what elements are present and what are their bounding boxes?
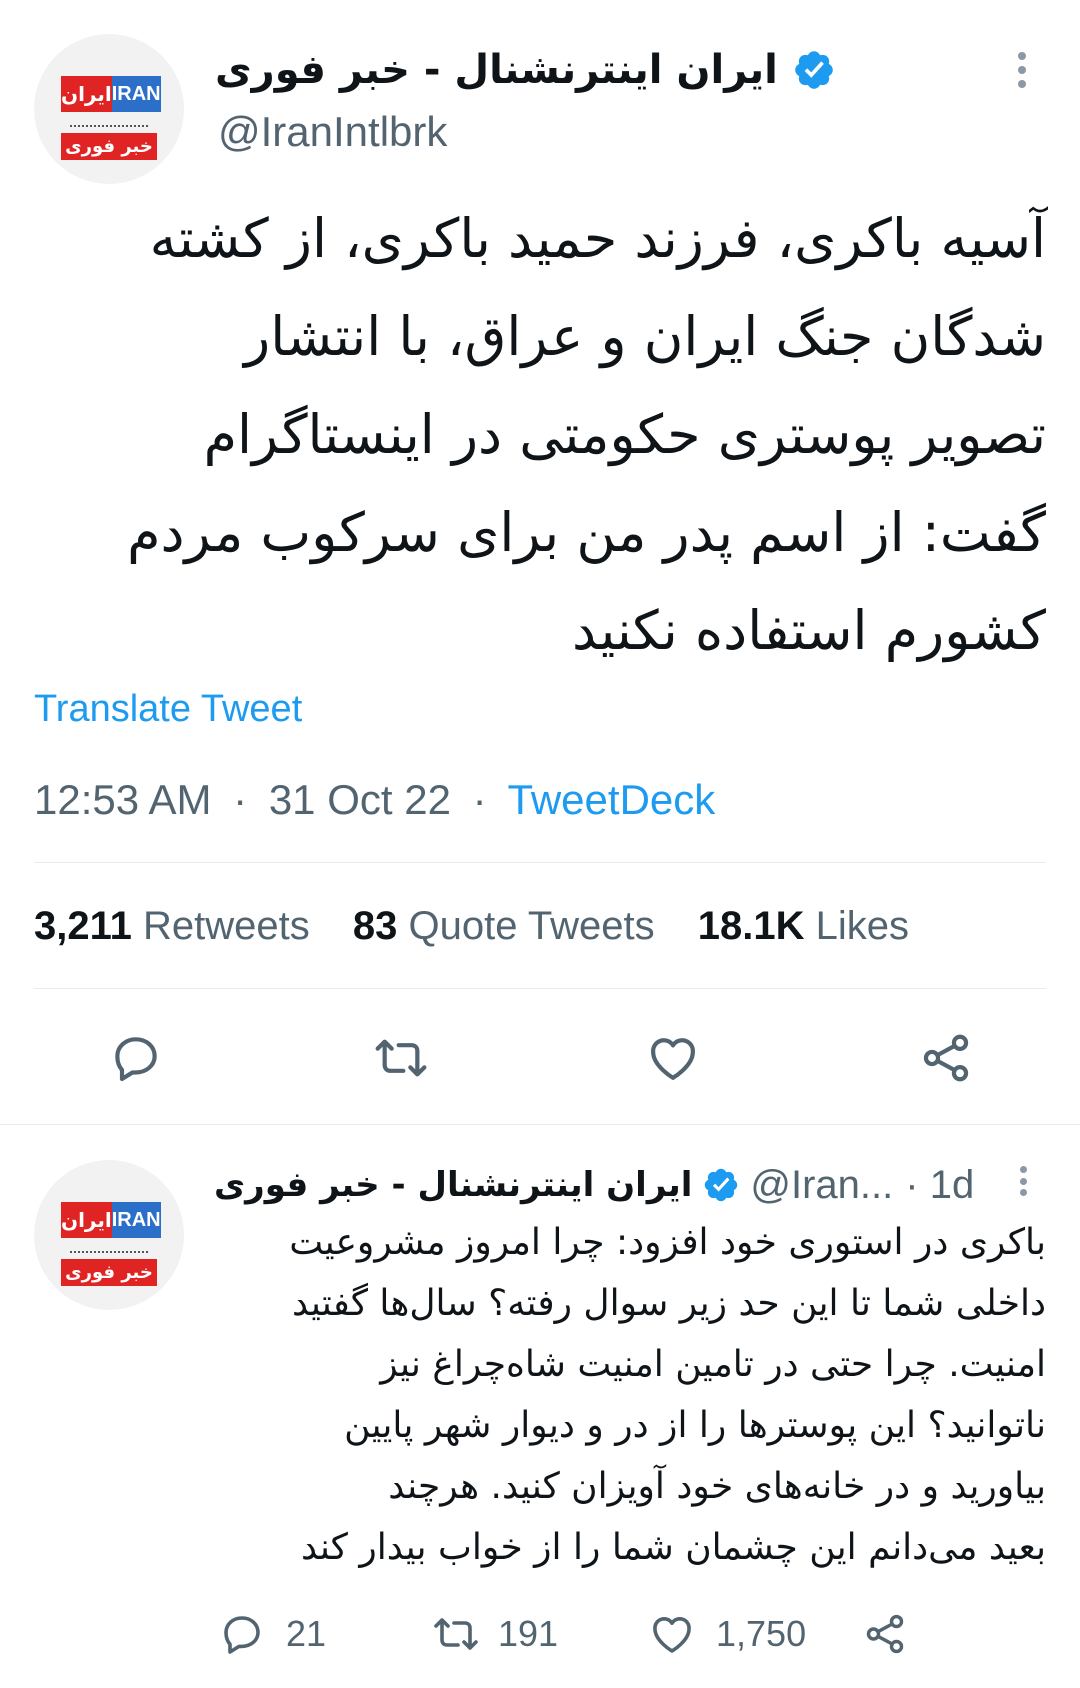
tweet-date[interactable]: 31 Oct 22 <box>269 776 451 823</box>
like-button[interactable] <box>644 1030 702 1086</box>
likes-stat[interactable]: 18.1K Likes <box>698 904 909 948</box>
tweet-stats: 3,211 Retweets 83 Quote Tweets 18.1K Lik… <box>34 904 909 949</box>
verified-icon <box>705 1168 738 1202</box>
avatar-logo-en: IRAN <box>111 1202 161 1238</box>
retweet-button[interactable] <box>370 1030 432 1086</box>
tweet-meta: 12:53 AM · 31 Oct 22 · TweetDeck <box>34 776 715 824</box>
tweet-separator <box>0 1124 1080 1125</box>
reply-icon <box>115 1037 157 1082</box>
retweet-icon <box>434 1618 478 1650</box>
reply-author-display-name[interactable]: ایران اینترنشنال - خبر فوری <box>214 1165 692 1205</box>
reply-retweet-button[interactable]: 191 <box>430 1610 558 1658</box>
meta-separator: · <box>472 776 487 823</box>
quotes-count: 83 <box>352 904 398 948</box>
divider <box>34 862 1046 863</box>
like-icon <box>651 1038 695 1080</box>
like-icon <box>653 1617 691 1653</box>
retweets-stat[interactable]: 3,211 Retweets <box>34 904 310 948</box>
divider <box>34 988 1046 989</box>
reply-header: ایران اینترنشنال - خبر فوری @Iran... · 1… <box>214 1158 974 1212</box>
more-icon[interactable] <box>1018 1166 1028 1196</box>
avatar-logo-sub <box>70 1244 148 1253</box>
author-handle[interactable]: @IranIntlbrk <box>218 108 447 156</box>
avatar-logo: ایران IRAN <box>61 1202 161 1238</box>
avatar-logo-badge: خبر فوری <box>61 133 157 160</box>
avatar[interactable]: ایران IRAN خبر فوری <box>34 34 184 184</box>
tweet-text: آسیه باکری، فرزند حمید باکری، از کشته شد… <box>127 207 1046 662</box>
avatar-logo-fa: ایران <box>61 76 112 112</box>
verified-icon <box>795 51 833 89</box>
quotes-label: Quote Tweets <box>408 904 655 948</box>
reply-count: 21 <box>286 1613 327 1654</box>
retweets-count: 3,211 <box>34 904 132 948</box>
share-icon <box>923 1034 969 1082</box>
reply-button[interactable] <box>108 1030 164 1086</box>
retweets-label: Retweets <box>143 904 310 948</box>
likes-label: Likes <box>815 904 909 948</box>
more-icon[interactable] <box>1016 52 1028 88</box>
author-display-name: ایران اینترنشنال - خبر فوری <box>215 47 778 93</box>
share-button[interactable] <box>918 1030 974 1086</box>
reply-icon <box>224 1616 260 1654</box>
retweet-icon <box>375 1039 427 1077</box>
quotes-stat[interactable]: 83 Quote Tweets <box>353 904 655 948</box>
tweet-time[interactable]: 12:53 AM <box>34 776 211 823</box>
reply-time[interactable]: · 1d <box>905 1163 974 1208</box>
avatar-logo-badge: خبر فوری <box>61 1259 157 1286</box>
avatar[interactable]: ایران IRAN خبر فوری <box>34 1160 184 1310</box>
reply-like-button[interactable]: 1,750 <box>648 1610 806 1658</box>
reply-author-handle[interactable]: @Iran... <box>750 1163 893 1208</box>
reply-share-button[interactable] <box>862 1610 908 1662</box>
avatar-logo-en: IRAN <box>111 76 161 112</box>
avatar-logo: ایران IRAN <box>61 76 161 112</box>
meta-separator: · <box>233 776 248 823</box>
avatar-logo-fa: ایران <box>61 1202 112 1238</box>
share-icon <box>866 1614 904 1654</box>
reply-reply-button[interactable]: 21 <box>218 1610 326 1658</box>
likes-count: 18.1K <box>697 904 805 948</box>
retweet-count: 191 <box>498 1613 559 1654</box>
avatar-logo-sub <box>70 118 148 127</box>
author-name-row[interactable]: ایران اینترنشنال - خبر فوری <box>215 40 836 100</box>
translate-tweet-link[interactable]: Translate Tweet <box>34 688 302 731</box>
tweet-source[interactable]: TweetDeck <box>508 776 716 823</box>
reply-text: باکری در استوری خود افزود: چرا امروز مشر… <box>289 1222 1046 1568</box>
like-count: 1,750 <box>716 1613 807 1654</box>
